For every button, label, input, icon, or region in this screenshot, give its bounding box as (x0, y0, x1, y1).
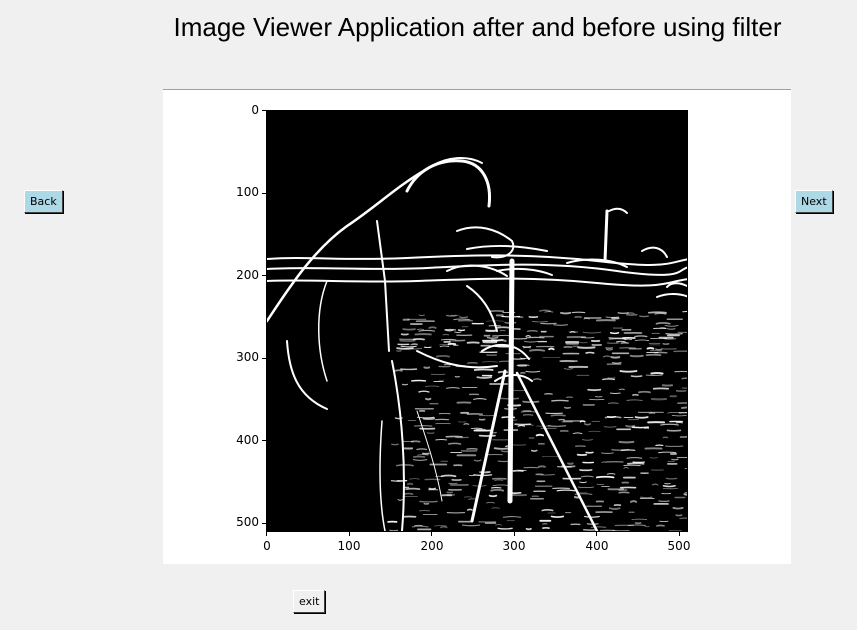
x-tick-mark (349, 532, 350, 536)
app-title: Image Viewer Application after and befor… (173, 12, 782, 42)
x-tick-label: 200 (420, 539, 444, 553)
x-tick-mark (431, 532, 432, 536)
y-tick-label: 200 (236, 268, 259, 282)
y-tick-mark (262, 440, 266, 441)
y-tick-label: 400 (236, 433, 259, 447)
y-tick-label: 0 (251, 103, 259, 117)
y-tick-label: 500 (236, 515, 259, 529)
y-tick-label: 100 (236, 185, 259, 199)
next-button[interactable]: Next (795, 190, 833, 213)
x-tick-mark (514, 532, 515, 536)
x-tick-label: 0 (263, 539, 271, 553)
exit-button[interactable]: exit (293, 590, 326, 613)
x-tick-label: 300 (502, 539, 526, 553)
edge-filtered-image (267, 111, 687, 531)
x-tick-label: 100 (337, 539, 361, 553)
y-tick-label: 300 (236, 350, 259, 364)
x-tick-mark (679, 532, 680, 536)
figure-canvas: 0 100 200 300 400 500 0 100 200 300 400 … (163, 89, 791, 564)
y-tick-mark (262, 110, 266, 111)
x-tick-label: 500 (667, 539, 691, 553)
y-tick-mark (262, 523, 266, 524)
y-tick-mark (262, 193, 266, 194)
back-button[interactable]: Back (24, 190, 63, 213)
y-tick-mark (262, 275, 266, 276)
x-tick-mark (596, 532, 597, 536)
y-tick-mark (262, 358, 266, 359)
x-tick-mark (266, 532, 267, 536)
filtered-image (266, 110, 688, 532)
x-tick-label: 400 (585, 539, 609, 553)
